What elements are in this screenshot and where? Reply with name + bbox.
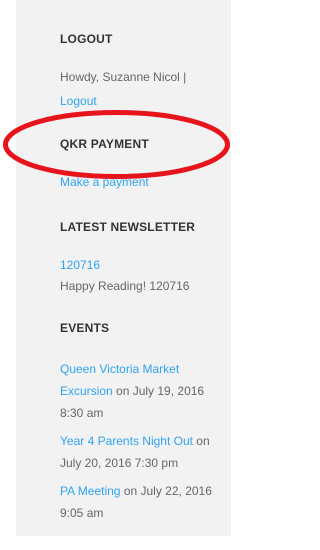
newsletter-link[interactable]: 120716 bbox=[60, 258, 100, 272]
highlight-circle bbox=[3, 110, 230, 179]
event-link-continued[interactable]: Excursion bbox=[60, 384, 113, 398]
event-date: on bbox=[192, 434, 210, 448]
logout-link[interactable]: Logout bbox=[60, 94, 97, 108]
event-link[interactable]: PA Meeting bbox=[60, 484, 120, 498]
latest-newsletter-title: LATEST NEWSLETTER bbox=[60, 220, 196, 234]
event-date: on July 19, 2016 bbox=[112, 384, 205, 398]
event-datetime: July 20, 2016 7:30 pm bbox=[60, 456, 179, 470]
event-link[interactable]: Year 4 Parents Night Out bbox=[60, 434, 193, 448]
logout-widget-title: LOGOUT bbox=[60, 32, 113, 46]
event-time: 8:30 am bbox=[60, 406, 104, 420]
greeting-text: Howdy, Suzanne Nicol | bbox=[60, 70, 187, 84]
event-date: on July 22, 2016 bbox=[120, 484, 212, 498]
sidebar: LOGOUT Howdy, Suzanne Nicol | Logout QKR… bbox=[16, 0, 231, 536]
newsletter-caption: Happy Reading! 120716 bbox=[60, 279, 190, 293]
events-title: EVENTS bbox=[60, 321, 110, 335]
event-link[interactable]: Queen Victoria Market bbox=[60, 362, 179, 376]
event-time: 9:05 am bbox=[60, 506, 104, 520]
